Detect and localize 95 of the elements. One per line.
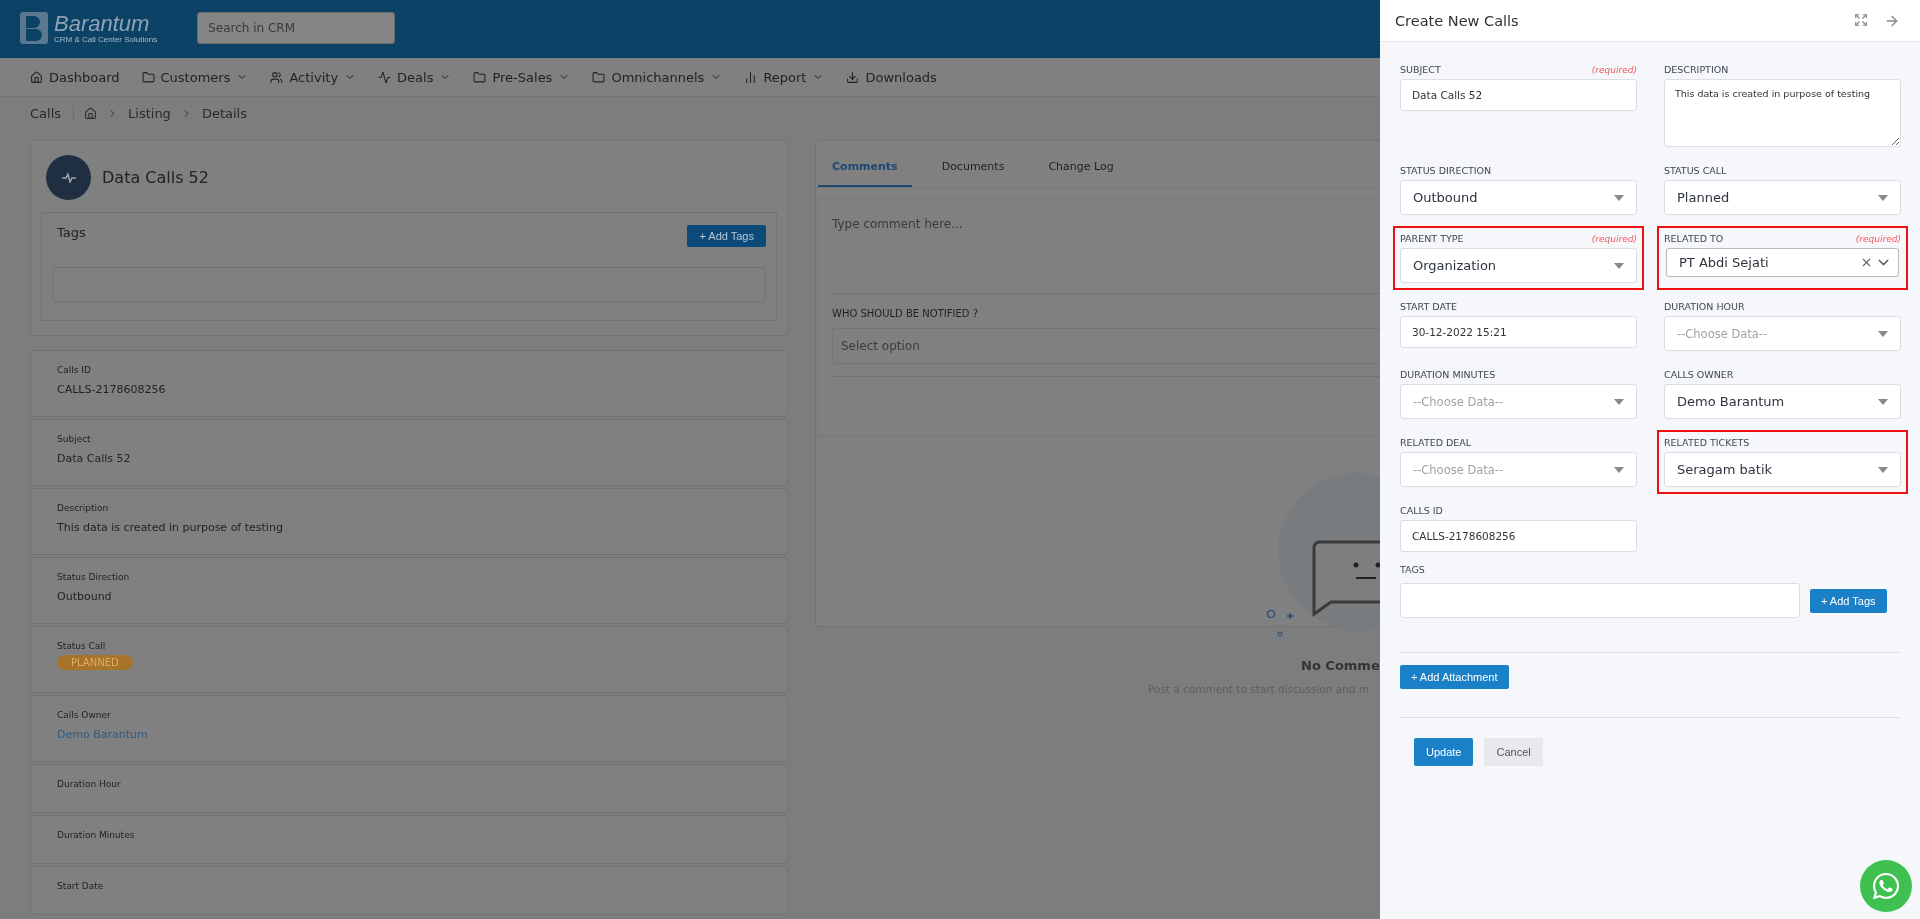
required-note: (required) <box>1591 65 1637 75</box>
caret-icon <box>1614 398 1624 405</box>
detail-label: Subject <box>57 434 92 444</box>
required-note: (required) <box>1855 234 1901 244</box>
input-field[interactable]: Data Calls 52 <box>1400 79 1637 111</box>
detail-label: Start Date <box>57 881 105 891</box>
select-field[interactable]: Planned <box>1664 180 1901 215</box>
field-label: CALLS OWNER <box>1664 369 1734 380</box>
field-label: RELATED TO <box>1664 233 1724 244</box>
tab[interactable]: Change Log <box>1034 160 1128 187</box>
expand-icon[interactable] <box>1854 12 1868 27</box>
detail-value: This data is created in purpose of testing <box>57 521 284 534</box>
input-field[interactable]: CALLS-2178608256 <box>1400 520 1637 552</box>
caret-icon <box>1614 194 1624 201</box>
nav-item[interactable]: Omnichannels <box>592 69 723 85</box>
required-note: (required) <box>1591 234 1637 244</box>
home-icon <box>30 70 43 84</box>
empty-title: No Comme <box>1301 658 1380 673</box>
detail-value: Data Calls 52 <box>57 452 132 465</box>
select-field[interactable]: --Choose Data-- <box>1400 384 1637 419</box>
add-tags-button[interactable]: + Add Tags <box>687 225 766 247</box>
search-field[interactable]: Search in CRM <box>197 12 396 44</box>
field-label: STATUS CALL <box>1664 165 1727 176</box>
record-title: Data Calls 52 <box>102 168 209 187</box>
add-tags-button[interactable]: + Add Tags <box>1810 588 1887 613</box>
add-attachment-button[interactable]: + Add Attachment <box>1400 665 1509 689</box>
field-label: PARENT TYPE <box>1400 233 1464 244</box>
field-label: START DATE <box>1400 301 1458 312</box>
field-label: STATUS DIRECTION <box>1400 165 1492 176</box>
drawer-title: Create New Calls <box>1395 12 1519 29</box>
folder-icon <box>592 70 606 84</box>
users-icon <box>270 70 284 84</box>
select-field[interactable]: Seragam batik <box>1664 452 1901 487</box>
update-button[interactable]: Update <box>1414 738 1474 766</box>
detail-label: Duration Minutes <box>57 830 136 840</box>
field-label: RELATED TICKETS <box>1664 437 1750 448</box>
detail-label: Calls ID <box>57 365 92 375</box>
input-field[interactable]: 30-12-2022 15:21 <box>1400 316 1637 348</box>
select-field[interactable]: Demo Barantum <box>1664 384 1901 419</box>
logo-tagline: CRM & Call Center Solutions <box>54 34 158 44</box>
folder-icon <box>141 70 155 84</box>
field-label: DESCRIPTION <box>1664 64 1729 75</box>
nav-item[interactable]: Deals <box>378 69 452 85</box>
logo-icon <box>20 12 48 44</box>
select-field[interactable]: --Choose Data-- <box>1664 316 1901 351</box>
tab[interactable]: Documents <box>927 160 1019 187</box>
select-field[interactable]: Organization <box>1400 248 1637 283</box>
caret-icon <box>1878 330 1888 337</box>
caret-icon <box>1614 262 1624 269</box>
status-badge: PLANNED <box>57 655 133 670</box>
notify-label: WHO SHOULD BE NOTIFIED ? <box>832 308 979 319</box>
tab[interactable]: Comments <box>818 160 912 187</box>
detail-label: Duration Hour <box>57 779 122 789</box>
page-title: Calls <box>30 106 75 121</box>
tags-label: Tags <box>57 225 86 240</box>
avatar-icon <box>46 155 91 200</box>
nav-item[interactable]: Customers <box>141 69 249 85</box>
field-label: DURATION HOUR <box>1664 301 1745 312</box>
field-label: DURATION MINUTES <box>1400 369 1496 380</box>
bar-chart-icon <box>744 70 758 84</box>
notify-select[interactable]: Select option <box>832 328 1380 364</box>
clear-icon[interactable] <box>1860 256 1873 269</box>
folder-icon <box>473 70 487 84</box>
detail-label: Calls Owner <box>57 710 112 720</box>
detail-value: Outbound <box>57 590 113 603</box>
breadcrumb-link[interactable]: Listing <box>128 106 171 121</box>
nav-item[interactable]: Dashboard <box>30 69 120 85</box>
nav-item[interactable]: Downloads <box>846 69 937 85</box>
select-field[interactable]: --Choose Data-- <box>1400 452 1637 487</box>
textarea-field[interactable]: This data is created in purpose of testing <box>1664 79 1901 147</box>
breadcrumb-link[interactable]: Details <box>201 106 247 121</box>
field-label: SUBJECT <box>1400 64 1441 75</box>
field-label: TAGS <box>1400 564 1426 575</box>
home-icon[interactable] <box>84 107 98 120</box>
caret-icon <box>1878 398 1888 405</box>
caret-icon <box>1878 194 1888 201</box>
field-label: CALLS ID <box>1400 505 1443 516</box>
download-icon <box>846 70 860 84</box>
select-field[interactable]: Outbound <box>1400 180 1637 215</box>
whatsapp-icon <box>1871 871 1901 901</box>
field-label: RELATED DEAL <box>1400 437 1472 448</box>
detail-label: Status Direction <box>57 572 131 582</box>
detail-value: CALLS-2178608256 <box>57 383 167 396</box>
nav-item[interactable]: Pre-Sales <box>473 69 571 85</box>
nav-item[interactable]: Report <box>744 69 825 85</box>
pulse-icon <box>378 70 392 84</box>
caret-icon <box>1878 466 1888 473</box>
whatsapp-button[interactable] <box>1860 860 1912 912</box>
logo-name: Barantum <box>54 12 151 35</box>
select-field[interactable]: PT Abdi Sejati <box>1666 248 1899 277</box>
detail-label: Description <box>57 503 110 513</box>
detail-label: Status Call <box>57 641 107 651</box>
caret-icon <box>1614 466 1624 473</box>
cancel-button[interactable]: Cancel <box>1484 738 1543 766</box>
nav-item[interactable]: Activity <box>270 69 357 85</box>
